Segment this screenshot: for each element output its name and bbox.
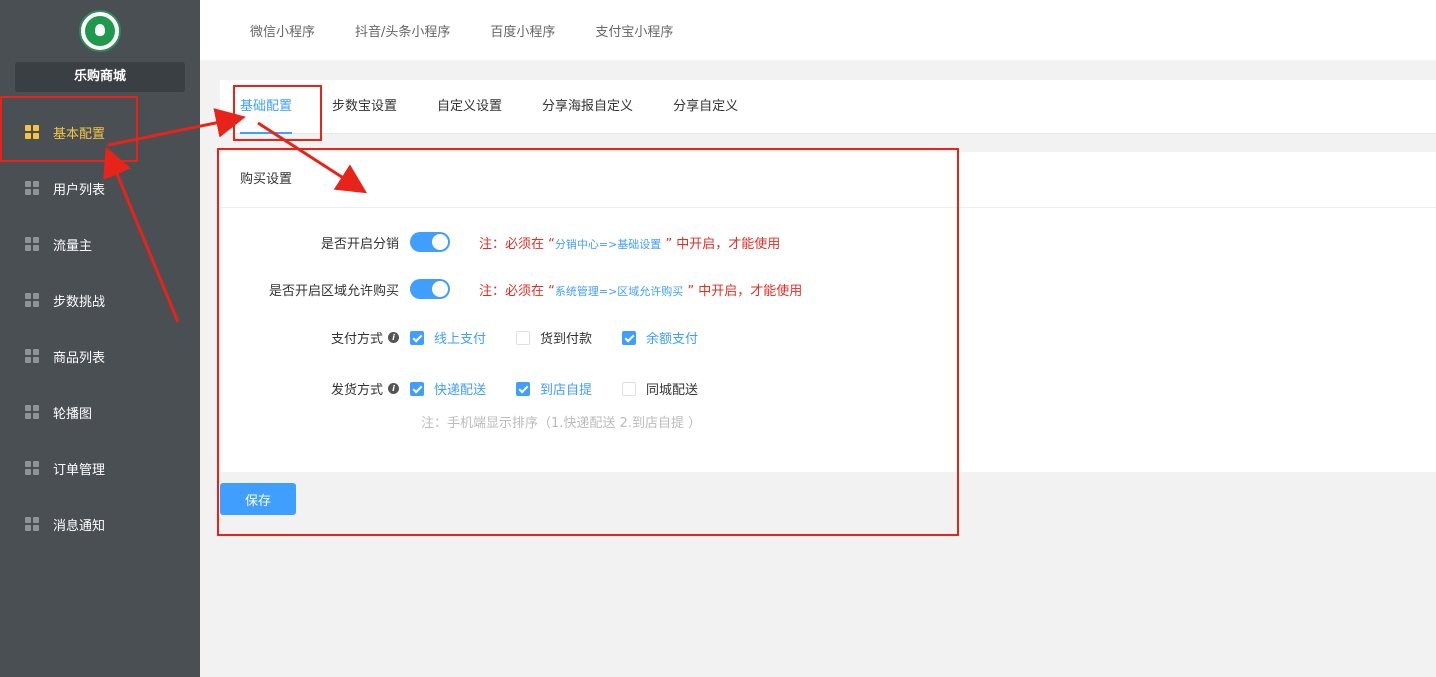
save-button[interactable]: 保存 bbox=[220, 483, 296, 515]
payment-cod-checkbox[interactable]: 货到付款 bbox=[516, 328, 592, 347]
grid-icon bbox=[25, 125, 39, 139]
shop-name: 乐购商城 bbox=[15, 62, 185, 92]
sidebar-item-label: 基本配置 bbox=[53, 126, 106, 142]
sidebar-item-orders[interactable]: 订单管理 bbox=[0, 440, 200, 496]
note-suffix: ” 中开启，才能使用 bbox=[683, 283, 803, 299]
tab-wechat[interactable]: 微信小程序 bbox=[250, 21, 315, 40]
info-icon[interactable]: i bbox=[388, 332, 399, 343]
card-title: 购买设置 bbox=[220, 152, 1436, 208]
checkbox-box bbox=[410, 381, 424, 396]
sidebar-item-basic-config[interactable]: 基本配置 bbox=[0, 104, 200, 160]
note-suffix: ” 中开启，才能使用 bbox=[661, 236, 781, 252]
checkbox-box bbox=[622, 330, 637, 345]
sidebar-item-label: 消息通知 bbox=[53, 518, 106, 534]
grid-icon bbox=[25, 181, 39, 195]
tab-share-poster[interactable]: 分享海报自定义 bbox=[542, 80, 633, 134]
sidebar-item-label: 轮播图 bbox=[53, 406, 93, 422]
shipping-local-checkbox[interactable]: 同城配送 bbox=[622, 379, 698, 398]
region-row: 是否开启区域允许购买 注：必须在 “系统管理=>区域允许购买 ” 中开启，才能使… bbox=[220, 279, 802, 299]
grid-icon bbox=[25, 349, 39, 363]
sidebar: 乐购商城 基本配置 用户列表 流量主 步数挑战 商品列表 轮播图 订单管理 消息… bbox=[0, 0, 200, 677]
payment-online-checkbox[interactable]: 线上支付 bbox=[410, 328, 486, 347]
checkbox-box bbox=[410, 330, 424, 345]
grid-icon bbox=[25, 237, 39, 251]
grid-icon bbox=[25, 293, 39, 307]
tab-step-settings[interactable]: 步数宝设置 bbox=[332, 80, 397, 134]
note-link: 分销中心=>基础设置 bbox=[554, 237, 662, 251]
sidebar-item-label: 步数挑战 bbox=[53, 294, 106, 310]
shipping-label-text: 发货方式 bbox=[330, 383, 383, 398]
tab-douyin[interactable]: 抖音/头条小程序 bbox=[355, 21, 450, 40]
region-label: 是否开启区域允许购买 bbox=[268, 283, 399, 299]
checkbox-box bbox=[516, 381, 531, 396]
checkbox-label: 货到付款 bbox=[540, 332, 593, 347]
region-note: 注：必须在 “系统管理=>区域允许购买 ” 中开启，才能使用 bbox=[479, 280, 802, 299]
sidebar-menu: 基本配置 用户列表 流量主 步数挑战 商品列表 轮播图 订单管理 消息通知 bbox=[0, 104, 200, 552]
grid-icon bbox=[25, 405, 39, 419]
checkbox-label: 快递配送 bbox=[434, 383, 487, 398]
sidebar-item-label: 订单管理 bbox=[53, 462, 106, 478]
grid-icon bbox=[25, 461, 39, 475]
sidebar-item-product-list[interactable]: 商品列表 bbox=[0, 328, 200, 384]
checkbox-label: 线上支付 bbox=[434, 332, 487, 347]
shipping-label: 发货方式 i bbox=[220, 379, 410, 398]
checkbox-label: 同城配送 bbox=[646, 383, 699, 398]
platform-tabs: 微信小程序 抖音/头条小程序 百度小程序 支付宝小程序 bbox=[200, 0, 1436, 60]
sidebar-item-label: 用户列表 bbox=[53, 182, 106, 198]
sidebar-item-user-list[interactable]: 用户列表 bbox=[0, 160, 200, 216]
payment-row: 支付方式 i 线上支付 货到付款 余额支付 bbox=[220, 328, 728, 347]
tab-custom-settings[interactable]: 自定义设置 bbox=[437, 80, 502, 134]
payment-label-text: 支付方式 bbox=[330, 332, 383, 347]
sidebar-item-label: 流量主 bbox=[53, 238, 93, 254]
tab-alipay[interactable]: 支付宝小程序 bbox=[595, 21, 673, 40]
distribution-row: 是否开启分销 注：必须在 “分销中心=>基础设置 ” 中开启，才能使用 bbox=[220, 232, 780, 252]
tab-basic-config[interactable]: 基础配置 bbox=[240, 80, 293, 134]
info-icon[interactable]: i bbox=[388, 383, 399, 394]
shop-logo bbox=[79, 10, 121, 52]
region-switch[interactable] bbox=[410, 279, 450, 299]
checkbox-box bbox=[622, 381, 637, 396]
note-prefix: 注：必须在 “ bbox=[479, 236, 555, 252]
sidebar-item-label: 商品列表 bbox=[53, 350, 106, 366]
payment-label: 支付方式 i bbox=[220, 328, 410, 347]
distribution-switch[interactable] bbox=[410, 232, 450, 252]
grid-icon bbox=[25, 517, 39, 531]
sidebar-item-traffic-master[interactable]: 流量主 bbox=[0, 216, 200, 272]
checkbox-label: 到店自提 bbox=[540, 383, 593, 398]
tab-baidu[interactable]: 百度小程序 bbox=[490, 21, 555, 40]
payment-balance-checkbox[interactable]: 余额支付 bbox=[622, 328, 698, 347]
shipping-row: 发货方式 i 快递配送 到店自提 同城配送 bbox=[220, 379, 728, 398]
checkbox-box bbox=[516, 330, 531, 345]
distribution-note: 注：必须在 “分销中心=>基础设置 ” 中开启，才能使用 bbox=[479, 233, 780, 252]
purchase-settings-card: 购买设置 是否开启分销 注：必须在 “分销中心=>基础设置 ” 中开启，才能使用… bbox=[220, 152, 1436, 472]
distribution-label: 是否开启分销 bbox=[320, 236, 399, 252]
sidebar-item-carousel[interactable]: 轮播图 bbox=[0, 384, 200, 440]
shipping-express-checkbox[interactable]: 快递配送 bbox=[410, 379, 486, 398]
sidebar-item-step-challenge[interactable]: 步数挑战 bbox=[0, 272, 200, 328]
sidebar-item-notifications[interactable]: 消息通知 bbox=[0, 496, 200, 552]
tab-share-custom[interactable]: 分享自定义 bbox=[673, 80, 738, 134]
config-tabs: 基础配置 步数宝设置 自定义设置 分享海报自定义 分享自定义 bbox=[220, 80, 1436, 134]
shipping-pickup-checkbox[interactable]: 到店自提 bbox=[516, 379, 592, 398]
note-link: 系统管理=>区域允许购买 bbox=[554, 284, 684, 298]
note-prefix: 注：必须在 “ bbox=[479, 283, 555, 299]
shipping-hint: 注：手机端显示排序（1.快递配送 2.到店自提 ） bbox=[421, 416, 702, 431]
checkbox-label: 余额支付 bbox=[646, 332, 699, 347]
